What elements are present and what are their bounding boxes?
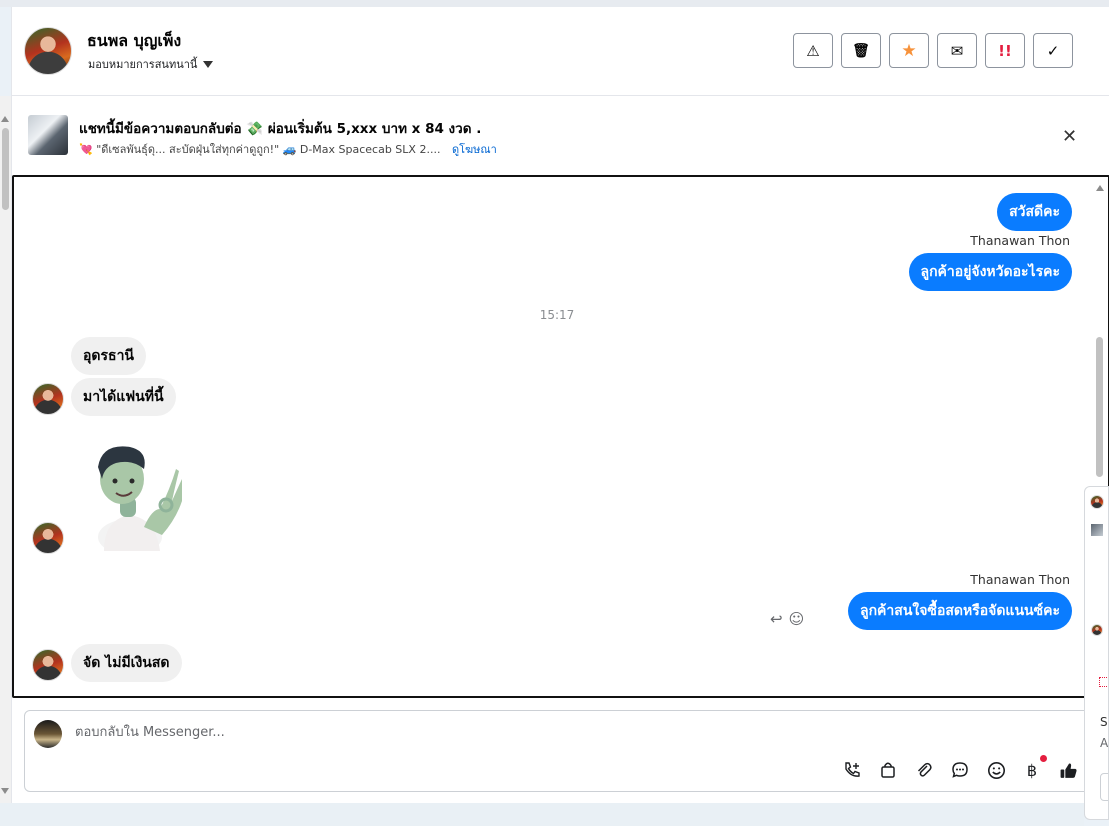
reply-icon[interactable]: ↩ bbox=[770, 610, 783, 628]
contact-avatar-small bbox=[32, 383, 64, 415]
header-actions: ⚠ 🗑 ★ ✉ !! ✓ bbox=[793, 33, 1073, 68]
message-timestamp: 15:17 bbox=[539, 308, 575, 322]
thread-scroll-up-icon[interactable] bbox=[1096, 185, 1104, 191]
assign-label: มอบหมายการสนทนานี้ bbox=[88, 58, 198, 71]
assign-conversation-dropdown[interactable]: มอบหมายการสนทนานี้ bbox=[88, 55, 214, 73]
star-button[interactable]: ★ bbox=[889, 33, 929, 68]
page-avatar bbox=[34, 720, 62, 748]
ad-thumbnail[interactable] bbox=[28, 115, 68, 155]
paperclip-icon[interactable] bbox=[913, 759, 935, 781]
thread-scrollbar-thumb[interactable] bbox=[1096, 337, 1103, 477]
side-text-line: Se bbox=[1100, 715, 1108, 729]
sender-name: Thanawan Thon bbox=[970, 572, 1070, 587]
mark-spam-button[interactable]: ⚠ bbox=[793, 33, 833, 68]
side-overflow-panel[interactable]: Se A bbox=[1084, 486, 1109, 820]
contact-avatar[interactable] bbox=[24, 27, 72, 75]
chevron-down-icon bbox=[203, 60, 214, 68]
chat-bubble-icon[interactable] bbox=[949, 759, 971, 781]
thumbs-up-icon[interactable] bbox=[1057, 759, 1079, 781]
side-icon bbox=[1099, 677, 1108, 687]
close-icon[interactable]: ✕ bbox=[1062, 126, 1077, 147]
mark-unread-button[interactable]: ✉ bbox=[937, 33, 977, 68]
side-avatar bbox=[1091, 624, 1103, 636]
side-thumbnail bbox=[1091, 524, 1103, 536]
ad-context-banner: แชทนี้มีข้อความตอบกลับต่อ 💸 ผ่อนเริ่มต้น… bbox=[12, 96, 1109, 176]
star-icon: ★ bbox=[901, 40, 917, 61]
incoming-message[interactable]: อุดรธานี bbox=[71, 337, 146, 375]
conversation-panel: ธนพล บุญเพ็ง มอบหมายการสนทนานี้ ⚠ 🗑 ★ ✉ … bbox=[11, 7, 1109, 803]
outgoing-message[interactable]: ลูกค้าสนใจซื้อสดหรือจัดแนนซ์คะ bbox=[848, 592, 1072, 630]
message-thread[interactable]: สวัสดีคะ Thanawan Thon ลูกค้าอยู่จังหวัด… bbox=[12, 175, 1109, 698]
mark-urgent-button[interactable]: !! bbox=[985, 33, 1025, 68]
ad-subtitle: 💘 "ดีเซลพันธุ์ดุ... สะบัดฝุ่นใส่ทุกค่าดู… bbox=[79, 140, 497, 158]
contact-avatar-small bbox=[32, 649, 64, 681]
scroll-up-arrow-icon[interactable] bbox=[1, 116, 9, 122]
view-ad-link[interactable]: ดูโฆษณา bbox=[452, 143, 497, 156]
page-scrollbar-thumb[interactable] bbox=[2, 128, 9, 210]
notification-dot bbox=[1040, 755, 1047, 762]
ad-title: แชทนี้มีข้อความตอบกลับต่อ 💸 ผ่อนเริ่มต้น… bbox=[79, 121, 482, 137]
page-scrollbar[interactable] bbox=[0, 96, 11, 806]
bottom-strip bbox=[0, 803, 1084, 826]
incoming-message[interactable]: จัด ไม่มีเงินสด bbox=[71, 644, 182, 682]
phone-plus-icon[interactable] bbox=[841, 759, 863, 781]
emoji-icon[interactable] bbox=[985, 759, 1007, 781]
urgent-icon: !! bbox=[998, 41, 1012, 60]
top-strip bbox=[0, 0, 1109, 7]
side-button[interactable] bbox=[1100, 773, 1108, 801]
message-tools: ↩ ☺ bbox=[770, 610, 804, 628]
sticker-ok-hand[interactable] bbox=[82, 439, 182, 551]
incoming-message[interactable]: มาได้แฟนที่นี้ bbox=[71, 378, 176, 416]
sender-name: Thanawan Thon bbox=[970, 233, 1070, 248]
side-text-line: A bbox=[1100, 736, 1109, 750]
composer-tools: ฿ bbox=[841, 755, 1079, 781]
shopping-bag-icon[interactable] bbox=[877, 759, 899, 781]
delete-button[interactable]: 🗑 bbox=[841, 33, 881, 68]
baht-icon[interactable]: ฿ bbox=[1021, 755, 1047, 781]
warning-icon: ⚠ bbox=[806, 41, 820, 60]
mark-done-button[interactable]: ✓ bbox=[1033, 33, 1073, 68]
react-emoji-icon[interactable]: ☺ bbox=[789, 610, 805, 628]
outgoing-message[interactable]: สวัสดีคะ bbox=[997, 193, 1072, 231]
side-avatar bbox=[1090, 495, 1104, 509]
trash-icon: 🗑 bbox=[852, 42, 870, 59]
conversation-header: ธนพล บุญเพ็ง มอบหมายการสนทนานี้ ⚠ 🗑 ★ ✉ … bbox=[12, 7, 1109, 96]
message-composer: ฿ bbox=[24, 710, 1098, 792]
outgoing-message[interactable]: ลูกค้าอยู่จังหวัดอะไรคะ bbox=[908, 253, 1072, 291]
check-icon: ✓ bbox=[1046, 41, 1060, 60]
envelope-open-icon: ✉ bbox=[950, 41, 964, 60]
contact-name[interactable]: ธนพล บุญเพ็ง bbox=[87, 29, 181, 54]
contact-avatar-small bbox=[32, 522, 64, 554]
ad-description: 💘 "ดีเซลพันธุ์ดุ... สะบัดฝุ่นใส่ทุกค่าดู… bbox=[79, 143, 441, 156]
scroll-down-arrow-icon[interactable] bbox=[1, 788, 9, 794]
reply-input[interactable] bbox=[73, 724, 773, 741]
